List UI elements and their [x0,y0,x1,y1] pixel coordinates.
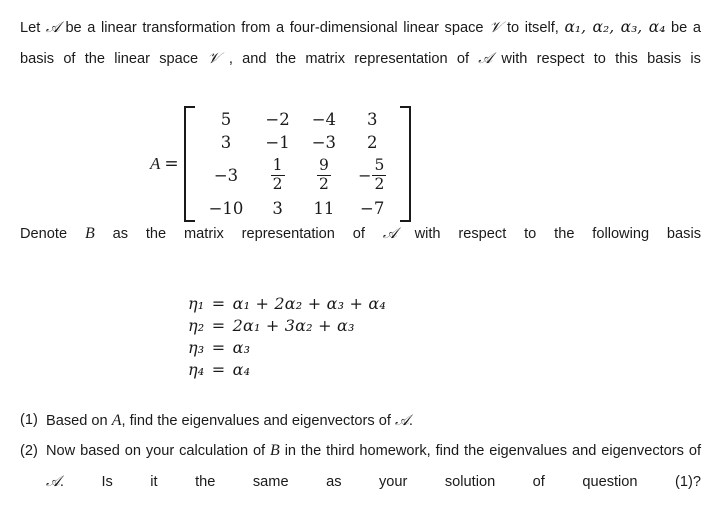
basis-eq-rhs: α₄ [232,360,251,379]
question-number: (2) [20,443,38,459]
question-text-1: Based on [46,413,108,429]
question-list: (1) Based on A, find the eigenvalues and… [20,405,701,527]
matrix-cell-fraction: 1 2 [254,154,300,197]
symbol-A-italic: A [111,412,122,429]
matrix-row: −10 3 11 −7 [198,197,398,220]
matrix-grid: 5 −2 −4 3 3 −1 −3 2 −3 1 2 9 2 − 5 2 −10… [198,108,398,220]
matrix-equals-sign: = [164,154,179,174]
intro-text-2: be a linear transformation from a four-d… [65,20,484,36]
fraction-numerator: 9 [318,156,329,175]
signed-fraction: − 5 2 [358,156,387,193]
question-text-2: in the third homework, find the eigenval… [284,443,702,459]
question-number: (1) [20,412,38,428]
matrix-label: A = [150,154,179,174]
matrix-cell-fraction: − 5 2 [347,154,397,197]
matrix-cell: 5 [220,110,232,129]
matrix-row: 5 −2 −4 3 [198,108,398,131]
basis-eq-rhs: α₁ + 2α₂ + α₃ + α₄ [232,294,386,313]
script-A-symbol-4: 𝒜 [394,411,409,429]
basis-equation-line: η₄ = α₄ [188,359,701,381]
denote-text-3: with respect to the following basis [414,226,702,242]
script-V-symbol-2: 𝒱 [207,49,220,67]
denote-text-1: Denote [20,226,68,242]
fraction: 5 2 [372,156,387,193]
intro-text-6: with respect to this basis is [501,51,701,67]
script-A-symbol-3: 𝒜 [382,224,397,242]
question-text-3: . [408,413,413,429]
matrix-row: −3 1 2 9 2 − 5 2 [198,154,398,197]
basis-equation-line: η₂ = 2α₁ + 3α₂ + α₃ [188,315,701,337]
basis-eq-operator: = [211,294,226,313]
script-V-symbol: 𝒱 [489,18,502,36]
question-text-2: , find the eigenvalues and eigenvectors … [121,413,391,429]
matrix-row: 3 −1 −3 2 [198,131,398,154]
basis-eq-operator: = [211,316,226,335]
matrix-cell: −1 [265,133,290,152]
matrix-equation-block: A = 5 −2 −4 3 3 −1 −3 2 −3 1 2 9 2 − 5 2… [20,106,701,222]
intro-text-5: , and the matrix representation of [228,51,470,67]
fraction-numerator: 1 [272,156,283,175]
question-text-1: Now based on your calculation of [46,443,266,459]
basis-equation-line: η₃ = α₃ [188,337,701,359]
fraction-denominator: 2 [316,175,331,193]
fraction-numerator: 5 [374,156,385,175]
question-item-1: (1) Based on A, find the eigenvalues and… [20,405,701,436]
matrix-A: 5 −2 −4 3 3 −1 −3 2 −3 1 2 9 2 − 5 2 −10… [183,106,412,222]
intro-text-1: Let [20,20,41,36]
matrix-cell: 2 [366,133,378,152]
document-page: Let 𝒜 be a linear transformation from a … [0,0,723,523]
matrix-cell: 3 [366,110,378,129]
fraction: 1 2 [270,156,285,193]
basis-vectors-list: α₁, α₂, α₃, α₄ [564,18,666,36]
question-text-3: . Is it the same as your solution of que… [59,474,701,490]
intro-text-3: to itself, [506,20,559,36]
basis-eq-operator: = [211,360,226,379]
fraction-denominator: 2 [372,175,387,193]
matrix-cell: −2 [265,110,290,129]
symbol-B-italic: B [270,442,280,459]
basis-eq-rhs: 2α₁ + 3α₂ + α₃ [232,316,355,335]
symbol-B: B [84,225,95,242]
basis-eq-rhs: α₃ [232,338,251,357]
matrix-label-A: A [150,154,161,173]
matrix-cell: 11 [313,199,335,218]
fraction: 9 2 [316,156,331,193]
basis-eq-operator: = [211,338,226,357]
denote-text-2: as the matrix representation of [112,226,365,242]
denote-paragraph: Denote B as the matrix representation of… [20,218,701,279]
fraction-denominator: 2 [270,175,285,193]
basis-equation-line: η₁ = α₁ + 2α₂ + α₃ + α₄ [188,293,701,315]
script-A-symbol-2: 𝒜 [478,49,493,67]
intro-paragraph: Let 𝒜 be a linear transformation from a … [20,12,701,104]
matrix-cell: −3 [311,133,337,152]
matrix-cell-fraction: 9 2 [301,154,347,197]
script-A-symbol: 𝒜 [45,18,60,36]
question-item-2: (2) Now based on your calculation of B i… [20,436,701,527]
basis-eq-lhs: η₃ [188,338,205,357]
matrix-cell: −3 [213,166,239,185]
script-A-symbol-5: 𝒜 [46,472,60,490]
matrix-cell: −4 [311,110,337,129]
fraction-sign: − [358,166,372,185]
basis-equations-block: η₁ = α₁ + 2α₂ + α₃ + α₄ η₂ = 2α₁ + 3α₂ +… [20,293,701,381]
matrix-cell: 3 [220,133,232,152]
basis-eq-lhs: η₄ [188,360,205,379]
basis-eq-lhs: η₁ [188,294,205,313]
matrix-cell: 3 [272,199,283,218]
matrix-cell: −7 [360,199,385,218]
matrix-cell: −10 [208,199,244,218]
basis-eq-lhs: η₂ [188,316,205,335]
